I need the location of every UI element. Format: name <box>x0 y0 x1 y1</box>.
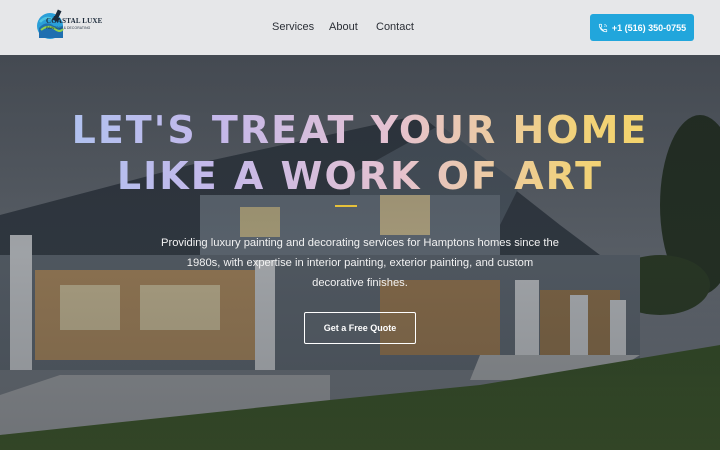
nav-services[interactable]: Services <box>272 21 314 33</box>
paint-brush-wave-icon <box>37 9 64 39</box>
nav-contact[interactable]: Contact <box>376 21 414 33</box>
phone-icon <box>598 23 607 32</box>
phone-call-button[interactable]: +1 (516) 350-0755 <box>590 14 694 41</box>
brand-tagline: PAINTING & DECORATING <box>46 26 91 30</box>
headline-line-1: LET'S TREAT YOUR HOME <box>71 108 649 152</box>
get-free-quote-button[interactable]: Get a Free Quote <box>304 312 416 344</box>
brand-logo[interactable]: COASTAL LUXE PAINTING & DECORATING <box>36 8 102 42</box>
site-header: COASTAL LUXE PAINTING & DECORATING Servi… <box>0 0 720 55</box>
phone-number: +1 (516) 350-0755 <box>611 22 687 33</box>
headline-line-2: LIKE A WORK OF ART <box>116 154 604 198</box>
hero-subtext: Providing luxury painting and decorating… <box>161 237 559 289</box>
hero-section: LET'S TREAT YOUR HOME LIKE A WORK OF ART… <box>0 55 720 450</box>
headline-divider <box>335 205 357 207</box>
nav-about[interactable]: About <box>329 21 358 33</box>
brand-name: COASTAL LUXE <box>46 17 103 25</box>
hero-headline: LET'S TREAT YOUR HOME LIKE A WORK OF ART <box>0 107 720 199</box>
